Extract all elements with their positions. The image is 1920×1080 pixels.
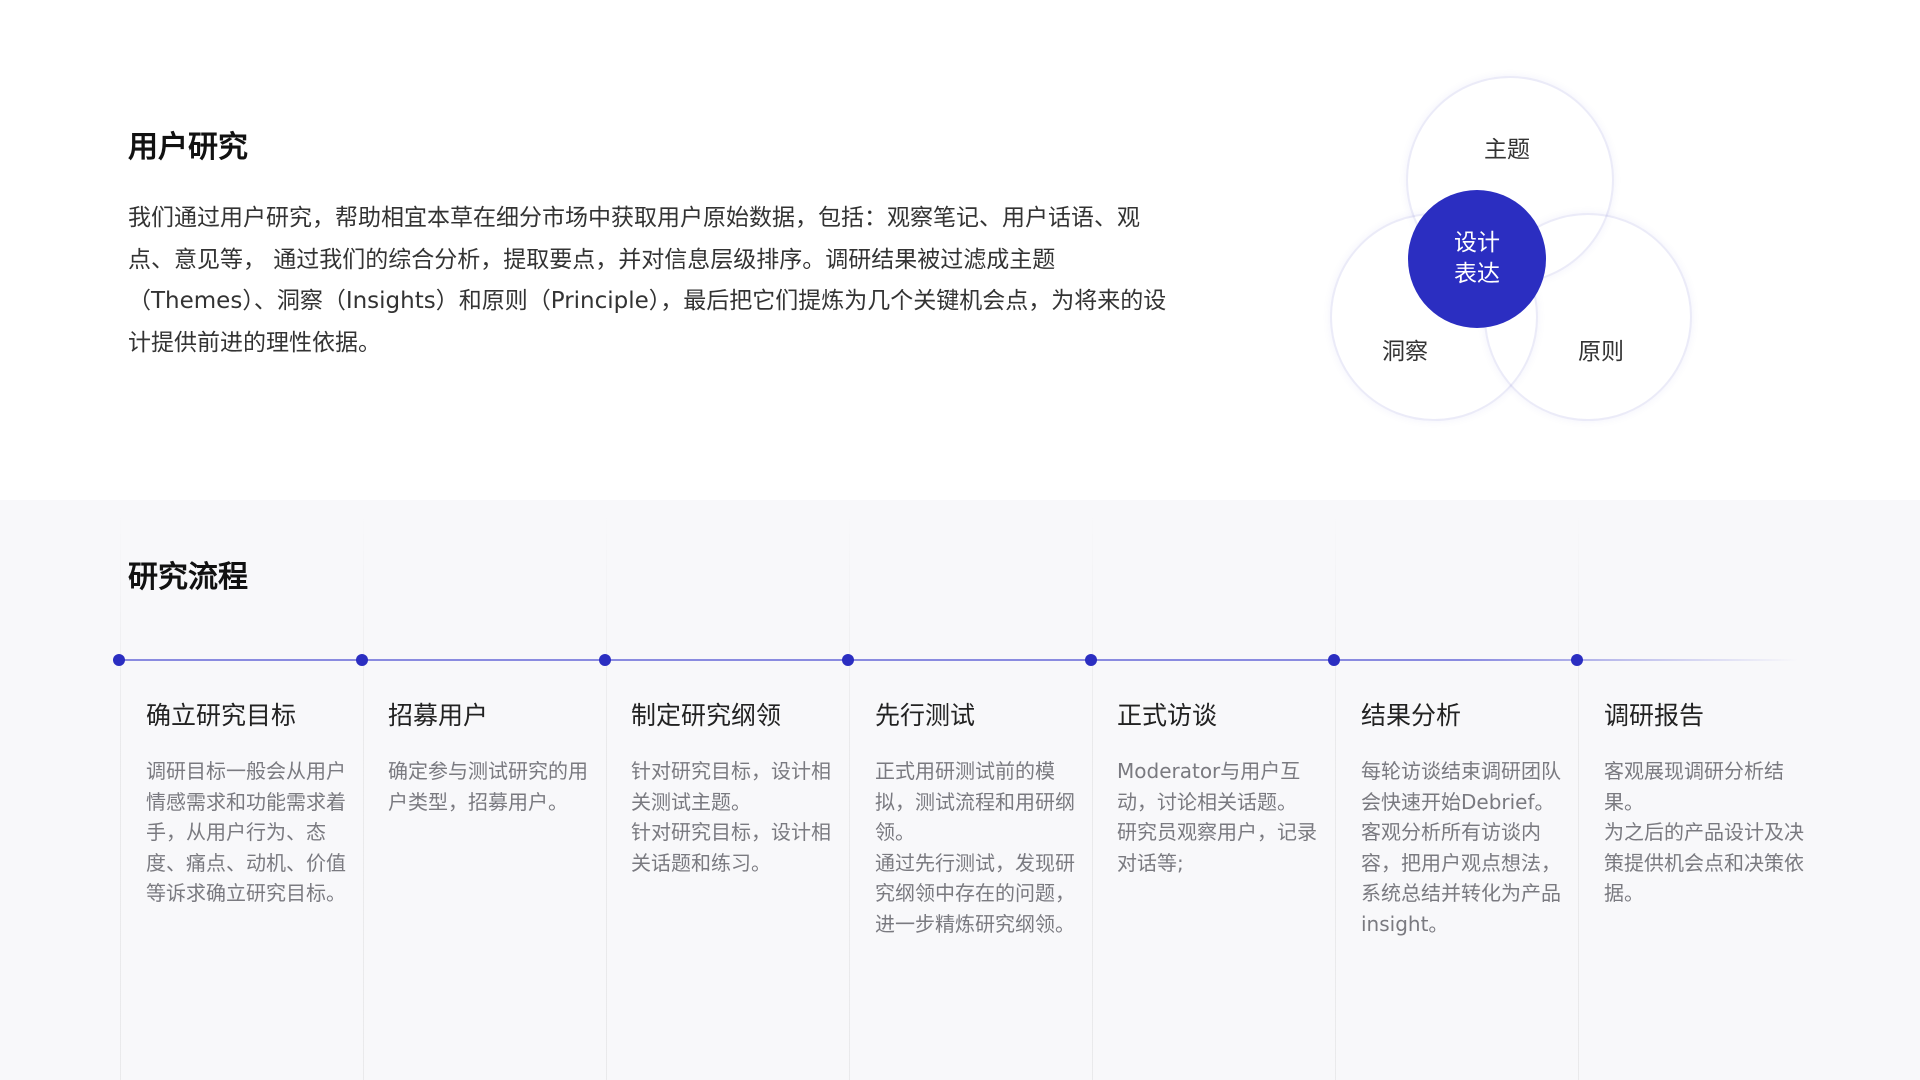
step-description: 调研目标一般会从用户情感需求和功能需求着手，从用户行为、态度、痛点、动机、价值等… <box>146 759 346 905</box>
column-divider <box>1578 510 1579 1080</box>
process-step-formal-interview: 正式访谈 Moderator与用户互动，讨论相关话题。 研究员观察用户，记录对话… <box>1117 696 1317 878</box>
venn-label-insights: 洞察 <box>1382 339 1428 365</box>
step-title: 先行测试 <box>875 701 976 730</box>
process-step-research-report: 调研报告 客观展现调研分析结果。 为之后的产品设计及决策提供机会点和决策依据。 <box>1604 696 1804 909</box>
column-divider <box>849 510 850 1080</box>
step-title: 结果分析 <box>1361 701 1462 730</box>
timeline-line <box>118 659 1798 661</box>
venn-core-design-expression: 设计表达 <box>1408 190 1546 328</box>
process-step-result-analysis: 结果分析 每轮访谈结束调研团队会快速开始Debrief。 客观分析所有访谈内容，… <box>1361 696 1561 939</box>
step-title: 确立研究目标 <box>146 701 297 730</box>
timeline-dot <box>599 654 611 666</box>
step-description: 每轮访谈结束调研团队会快速开始Debrief。 客观分析所有访谈内容，把用户观点… <box>1361 759 1561 936</box>
timeline-dot <box>113 654 125 666</box>
timeline-dot <box>1085 654 1097 666</box>
step-description: 客观展现调研分析结果。 为之后的产品设计及决策提供机会点和决策依据。 <box>1604 759 1804 905</box>
venn-label-themes: 主题 <box>1484 137 1530 163</box>
timeline-dot <box>356 654 368 666</box>
venn-label-principles: 原则 <box>1578 339 1624 365</box>
step-description: 正式用研测试前的模拟，测试流程和用研纲领。 通过先行测试，发现研究纲领中存在的问… <box>875 759 1075 936</box>
column-divider <box>363 510 364 1080</box>
timeline-dot <box>842 654 854 666</box>
user-research-title: 用户研究 <box>128 130 248 165</box>
process-step-research-outline: 制定研究纲领 针对研究目标，设计相关测试主题。 针对研究目标，设计相关话题和练习… <box>631 696 831 878</box>
column-divider <box>120 510 121 1080</box>
research-process-title: 研究流程 <box>128 560 248 595</box>
column-divider <box>1335 510 1336 1080</box>
step-title: 调研报告 <box>1604 701 1705 730</box>
column-divider <box>606 510 607 1080</box>
step-title: 制定研究纲领 <box>631 701 782 730</box>
column-divider <box>1092 510 1093 1080</box>
process-step-recruit-users: 招募用户 确定参与测试研究的用户类型，招募用户。 <box>388 696 588 817</box>
user-research-intro: 我们通过用户研究，帮助相宜本草在细分市场中获取用户原始数据，包括：观察笔记、用户… <box>128 205 1167 356</box>
timeline-dot <box>1328 654 1340 666</box>
step-description: Moderator与用户互动，讨论相关话题。 研究员观察用户，记录对话等; <box>1117 759 1317 875</box>
venn-core-label: 设计表达 <box>1454 230 1500 287</box>
timeline-dot <box>1571 654 1583 666</box>
step-title: 正式访谈 <box>1117 701 1218 730</box>
process-step-pilot-test: 先行测试 正式用研测试前的模拟，测试流程和用研纲领。 通过先行测试，发现研究纲领… <box>875 696 1075 939</box>
step-description: 针对研究目标，设计相关测试主题。 针对研究目标，设计相关话题和练习。 <box>631 759 831 875</box>
venn-diagram: 主题 洞察 原则 设计表达 <box>1320 70 1700 430</box>
process-step-define-goals: 确立研究目标 调研目标一般会从用户情感需求和功能需求着手，从用户行为、态度、痛点… <box>146 696 346 909</box>
step-description: 确定参与测试研究的用户类型，招募用户。 <box>388 759 588 814</box>
step-title: 招募用户 <box>388 701 489 730</box>
